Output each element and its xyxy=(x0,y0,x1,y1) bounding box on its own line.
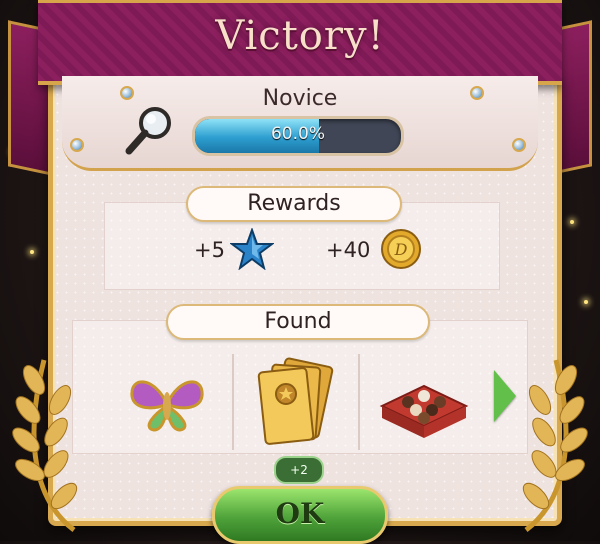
rewards-header: Rewards xyxy=(186,186,402,222)
item-divider xyxy=(232,354,234,450)
level-progress-bar: 60.0% xyxy=(192,116,404,156)
ticket-count-badge: +2 xyxy=(274,456,324,484)
found-header: Found xyxy=(166,304,430,340)
chocolate-box-item[interactable] xyxy=(378,376,470,442)
coin-reward-amount: +40 xyxy=(326,238,371,262)
magnifier-icon xyxy=(125,107,171,155)
sparkle xyxy=(30,250,34,254)
level-name: Novice xyxy=(262,86,338,111)
svg-text:D: D xyxy=(394,240,408,259)
golden-tickets-item[interactable] xyxy=(248,356,340,452)
sparkle xyxy=(570,220,574,224)
laurel-icon xyxy=(12,359,78,532)
laurel-icon xyxy=(522,359,588,532)
star-reward-amount: +5 xyxy=(194,238,225,262)
gold-coin-icon: D xyxy=(381,229,421,269)
item-divider xyxy=(358,354,360,450)
gem-ornament xyxy=(512,138,526,152)
dialog-title: Victory! xyxy=(215,13,385,59)
title-banner: Victory! xyxy=(38,0,562,85)
butterfly-brooch-item[interactable] xyxy=(124,370,210,436)
sparkle xyxy=(584,300,588,304)
progress-percent: 60.0% xyxy=(270,124,325,144)
gem-ornament xyxy=(70,138,84,152)
blue-star-icon xyxy=(230,228,274,270)
ok-button[interactable]: OK xyxy=(212,486,388,544)
